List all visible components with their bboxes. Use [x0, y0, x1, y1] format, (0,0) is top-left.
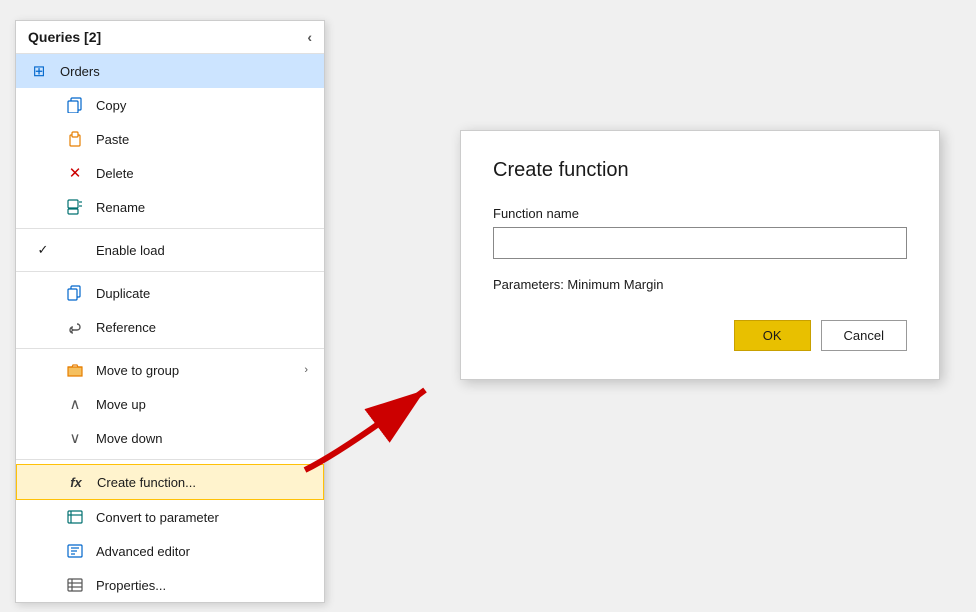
reference-label: Reference	[96, 320, 308, 335]
convert-to-parameter-label: Convert to parameter	[96, 510, 308, 525]
menu-item-move-up[interactable]: ∧ Move up	[16, 387, 324, 421]
paste-icon	[64, 128, 86, 150]
collapse-button[interactable]: ‹	[307, 29, 312, 45]
menu-item-move-to-group[interactable]: Move to group ›	[16, 353, 324, 387]
create-function-icon: fx	[65, 471, 87, 493]
queries-header: Queries [2] ‹	[16, 21, 324, 54]
enable-load-label: Enable load	[96, 243, 308, 258]
properties-icon	[64, 574, 86, 596]
move-to-group-label: Move to group	[96, 363, 304, 378]
duplicate-label: Duplicate	[96, 286, 308, 301]
rename-icon	[64, 196, 86, 218]
advanced-editor-label: Advanced editor	[96, 544, 308, 559]
menu-item-properties[interactable]: Properties...	[16, 568, 324, 602]
menu-item-create-function[interactable]: fx Create function...	[16, 464, 324, 500]
function-name-label: Function name	[493, 206, 907, 221]
reference-icon	[64, 316, 86, 338]
context-menu: Queries [2] ‹ ⊞ Orders Copy Paste	[15, 20, 325, 603]
delete-label: Delete	[96, 166, 308, 181]
ok-button[interactable]: OK	[734, 320, 811, 351]
convert-icon	[64, 506, 86, 528]
create-function-dialog: Create function Function name Parameters…	[460, 130, 940, 380]
move-to-group-icon	[64, 359, 86, 381]
move-up-icon: ∧	[64, 393, 86, 415]
menu-item-duplicate[interactable]: Duplicate	[16, 276, 324, 310]
duplicate-icon	[64, 282, 86, 304]
divider-2	[16, 271, 324, 272]
copy-icon	[64, 94, 86, 116]
menu-item-move-down[interactable]: ∨ Move down	[16, 421, 324, 455]
divider-3	[16, 348, 324, 349]
menu-item-copy[interactable]: Copy	[16, 88, 324, 122]
menu-item-paste[interactable]: Paste	[16, 122, 324, 156]
rename-label: Rename	[96, 200, 308, 215]
copy-label: Copy	[96, 98, 308, 113]
queries-title: Queries [2]	[28, 29, 101, 45]
properties-label: Properties...	[96, 578, 308, 593]
menu-item-convert-to-parameter[interactable]: Convert to parameter	[16, 500, 324, 534]
divider-4	[16, 459, 324, 460]
advanced-editor-icon	[64, 540, 86, 562]
dialog-buttons: OK Cancel	[493, 320, 907, 351]
cancel-button[interactable]: Cancel	[821, 320, 907, 351]
move-to-group-arrow: ›	[304, 364, 308, 376]
menu-item-delete[interactable]: ✕ Delete	[16, 156, 324, 190]
move-up-label: Move up	[96, 397, 308, 412]
delete-icon: ✕	[64, 162, 86, 184]
menu-item-enable-load[interactable]: ✓ Enable load	[16, 233, 324, 267]
orders-row[interactable]: ⊞ Orders	[16, 54, 324, 88]
create-function-label: Create function...	[97, 475, 307, 490]
enable-load-icon	[64, 239, 86, 261]
paste-label: Paste	[96, 132, 308, 147]
params-label: Parameters: Minimum Margin	[493, 277, 907, 292]
menu-item-advanced-editor[interactable]: Advanced editor	[16, 534, 324, 568]
menu-item-rename[interactable]: Rename	[16, 190, 324, 224]
enable-load-checkmark: ✓	[32, 242, 54, 258]
divider-1	[16, 228, 324, 229]
menu-item-reference[interactable]: Reference	[16, 310, 324, 344]
function-name-input[interactable]	[493, 227, 907, 259]
dialog-title: Create function	[493, 159, 907, 182]
move-down-icon: ∨	[64, 427, 86, 449]
orders-label: Orders	[60, 64, 312, 79]
move-down-label: Move down	[96, 431, 308, 446]
orders-icon: ⊞	[28, 60, 50, 82]
